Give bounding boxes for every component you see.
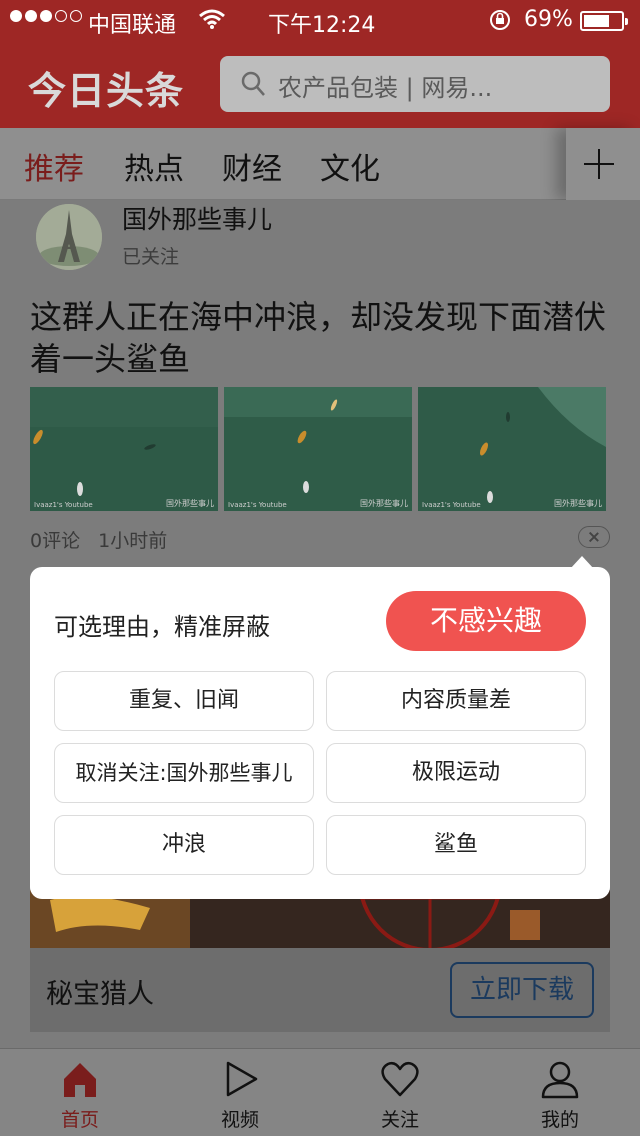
ocean-image <box>30 387 218 511</box>
article-headline[interactable]: 这群人正在海中冲浪，却没发现下面潜伏着一头鲨鱼 <box>30 296 610 380</box>
user-icon <box>541 1061 579 1099</box>
app-header: 今日头条 农产品包装 | 网易... <box>0 40 640 128</box>
article-meta: 0评论 1小时前 <box>30 526 179 553</box>
app-screen: 中国联通 下午12:24 69% 今日头条 农产品包装 | 网易... 推荐 热… <box>0 0 640 1136</box>
article-thumbnail[interactable]: Ivaaz1's Youtube 国外那些事儿 <box>30 387 218 511</box>
tab-recommend[interactable]: 推荐 <box>24 144 84 188</box>
tab-hot[interactable]: 热点 <box>124 144 184 188</box>
play-icon <box>226 1061 258 1097</box>
search-bar[interactable]: 农产品包装 | 网易... <box>220 56 610 112</box>
thumbnail-source: Ivaaz1's Youtube <box>422 501 481 509</box>
download-button[interactable]: 立即下载 <box>450 962 594 1018</box>
dismiss-icon[interactable] <box>578 526 610 548</box>
publish-time: 1小时前 <box>98 530 168 552</box>
battery-icon <box>580 11 628 31</box>
ad-title[interactable]: 秘宝猎人 <box>46 972 154 1011</box>
nav-label: 关注 <box>380 1109 419 1131</box>
nav-label: 视频 <box>220 1109 259 1131</box>
reason-option[interactable]: 鲨鱼 <box>326 815 586 875</box>
tab-finance[interactable]: 财经 <box>222 144 282 188</box>
wifi-icon <box>199 9 225 29</box>
account-avatar[interactable] <box>36 204 102 270</box>
account-name[interactable]: 国外那些事儿 <box>122 200 272 236</box>
home-icon <box>64 1063 96 1097</box>
search-placeholder: 农产品包装 | 网易... <box>278 74 493 102</box>
signal-icon <box>10 10 82 22</box>
nav-profile[interactable]: 我的 <box>500 1049 620 1136</box>
status-bar: 中国联通 下午12:24 69% <box>0 0 640 40</box>
nav-video[interactable]: 视频 <box>180 1049 300 1136</box>
add-channel-icon[interactable] <box>566 128 640 200</box>
not-interested-button[interactable]: 不感兴趣 <box>386 591 586 651</box>
ocean-image <box>418 387 606 511</box>
thumbnail-watermark: 国外那些事儿 <box>360 499 408 508</box>
search-icon <box>241 71 265 96</box>
ad-bar: 秘宝猎人 立即下载 <box>30 948 610 1032</box>
reason-option[interactable]: 冲浪 <box>54 815 314 875</box>
dislike-popup: 可选理由，精准屏蔽 不感兴趣 重复、旧闻 内容质量差 取消关注:国外那些事儿 极… <box>30 567 610 899</box>
nav-home[interactable]: 首页 <box>20 1049 140 1136</box>
reason-option[interactable]: 内容质量差 <box>326 671 586 731</box>
app-logo[interactable]: 今日头条 <box>28 60 184 115</box>
article-thumbnail[interactable]: Ivaaz1's Youtube 国外那些事儿 <box>418 387 606 511</box>
ocean-image <box>224 387 412 511</box>
comment-count: 0评论 <box>30 530 81 552</box>
nav-label: 首页 <box>60 1109 99 1131</box>
thumbnail-watermark: 国外那些事儿 <box>166 499 214 508</box>
clock: 下午12:24 <box>268 13 376 38</box>
battery-percent: 69% <box>524 7 573 32</box>
thumbnail-watermark: 国外那些事儿 <box>554 499 602 508</box>
follow-status: 已关注 <box>122 246 180 268</box>
bottom-nav: 首页 视频 关注 我的 <box>0 1048 640 1136</box>
popup-hint: 可选理由，精准屏蔽 <box>54 613 270 641</box>
channel-tabs: 推荐 热点 财经 文化 <box>0 128 640 200</box>
rotation-lock-icon <box>490 10 510 30</box>
thumbnail-source: Ivaaz1's Youtube <box>34 501 93 509</box>
tab-culture[interactable]: 文化 <box>320 144 380 188</box>
reason-option[interactable]: 极限运动 <box>326 743 586 803</box>
heart-icon <box>381 1061 419 1097</box>
thumbnail-source: Ivaaz1's Youtube <box>228 501 287 509</box>
nav-follow[interactable]: 关注 <box>340 1049 460 1136</box>
carrier-label: 中国联通 <box>88 13 177 38</box>
eiffel-tower-icon <box>36 204 102 270</box>
reason-option[interactable]: 重复、旧闻 <box>54 671 314 731</box>
reason-option[interactable]: 取消关注:国外那些事儿 <box>54 743 314 803</box>
nav-label: 我的 <box>540 1109 579 1131</box>
article-thumbnail[interactable]: Ivaaz1's Youtube 国外那些事儿 <box>224 387 412 511</box>
